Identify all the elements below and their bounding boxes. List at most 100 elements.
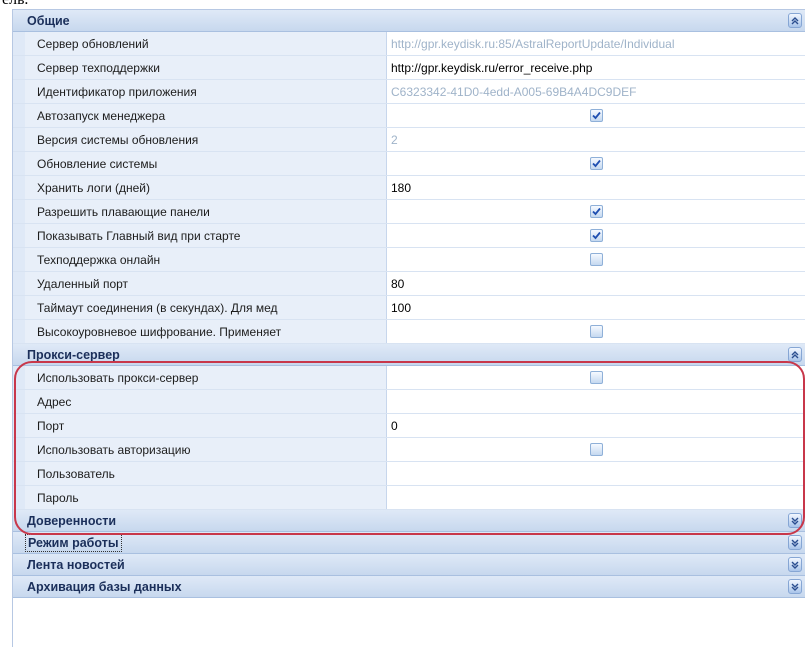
row-gutter: [13, 152, 25, 175]
property-row: Сервер обновлений http://gpr.keydisk.ru:8…: [13, 32, 805, 56]
property-value-checkbox-cell[interactable]: [387, 366, 805, 389]
chevron-up-icon[interactable]: [788, 347, 802, 362]
unchecked-checkbox[interactable]: [589, 325, 603, 338]
property-name[interactable]: Пользователь: [25, 462, 387, 485]
property-row: Пароль: [13, 486, 805, 510]
chevron-down-icon[interactable]: [788, 513, 802, 528]
property-value-checkbox-cell[interactable]: [387, 152, 805, 175]
chevron-down-icon[interactable]: [788, 557, 802, 572]
property-name[interactable]: Сервер техподдержки: [25, 56, 387, 79]
property-value-checkbox-cell[interactable]: [387, 320, 805, 343]
checkbox-wrap: [391, 325, 805, 338]
property-row: Версия системы обновления 2: [13, 128, 805, 152]
property-row: Техподдержка онлайн: [13, 248, 805, 272]
section-title: Архивация базы данных: [27, 579, 182, 594]
property-row: Использовать авторизацию: [13, 438, 805, 462]
property-value[interactable]: [387, 390, 805, 413]
checked-checkbox[interactable]: [589, 109, 603, 122]
property-value[interactable]: 0: [387, 414, 805, 437]
row-gutter: [13, 176, 25, 199]
row-gutter: [13, 104, 25, 127]
row-gutter: [13, 56, 25, 79]
section-header[interactable]: Общие: [13, 10, 805, 32]
property-name[interactable]: Обновление системы: [25, 152, 387, 175]
section-header[interactable]: Режим работы: [13, 532, 805, 554]
section-title: Лента новостей: [27, 557, 125, 572]
checked-checkbox[interactable]: [589, 157, 603, 170]
property-row: Адрес: [13, 390, 805, 414]
checkbox-wrap: [391, 443, 805, 456]
chevron-down-icon[interactable]: [788, 535, 802, 550]
checkbox-wrap: [391, 371, 805, 384]
property-name[interactable]: Техподдержка онлайн: [25, 248, 387, 271]
property-value[interactable]: 180: [387, 176, 805, 199]
property-row: Использовать прокси-сервер: [13, 366, 805, 390]
row-gutter: [13, 32, 25, 55]
checkbox-wrap: [391, 205, 805, 218]
top-text-fragment: ель.: [0, 0, 805, 8]
property-row: Разрешить плавающие панели: [13, 200, 805, 224]
property-row: Высокоуровневое шифрование. Применяет: [13, 320, 805, 344]
row-gutter: [13, 200, 25, 223]
property-row: Хранить логи (дней) 180: [13, 176, 805, 200]
property-value-checkbox-cell[interactable]: [387, 224, 805, 247]
property-name[interactable]: Идентификатор приложения: [25, 80, 387, 103]
property-value[interactable]: http://gpr.keydisk.ru:85/AstralReportUpd…: [387, 32, 805, 55]
section-header[interactable]: Доверенности: [13, 510, 805, 532]
checked-checkbox[interactable]: [589, 229, 603, 242]
section-title: Прокси-сервер: [27, 347, 120, 362]
section-header[interactable]: Архивация базы данных: [13, 576, 805, 598]
row-gutter: [13, 80, 25, 103]
property-name[interactable]: Версия системы обновления: [25, 128, 387, 151]
property-name[interactable]: Использовать авторизацию: [25, 438, 387, 461]
chevron-down-icon[interactable]: [788, 579, 802, 594]
property-name[interactable]: Высокоуровневое шифрование. Применяет: [25, 320, 387, 343]
property-name[interactable]: Сервер обновлений: [25, 32, 387, 55]
row-gutter: [13, 414, 25, 437]
row-gutter: [13, 272, 25, 295]
row-gutter: [13, 486, 25, 509]
property-value-checkbox-cell[interactable]: [387, 104, 805, 127]
property-value[interactable]: 80: [387, 272, 805, 295]
property-row: Таймаут соединения (в секундах). Для мед…: [13, 296, 805, 320]
checkbox-wrap: [391, 109, 805, 122]
property-value-checkbox-cell[interactable]: [387, 200, 805, 223]
section-title: Режим работы: [25, 533, 122, 552]
property-name[interactable]: Хранить логи (дней): [25, 176, 387, 199]
row-gutter: [13, 320, 25, 343]
property-name[interactable]: Удаленный порт: [25, 272, 387, 295]
property-row: Обновление системы: [13, 152, 805, 176]
property-name[interactable]: Порт: [25, 414, 387, 437]
property-name[interactable]: Адрес: [25, 390, 387, 413]
property-name[interactable]: Автозапуск менеджера: [25, 104, 387, 127]
property-name[interactable]: Использовать прокси-сервер: [25, 366, 387, 389]
unchecked-checkbox[interactable]: [589, 443, 603, 456]
section-title: Доверенности: [27, 513, 117, 528]
property-value[interactable]: http://gpr.keydisk.ru/error_receive.php: [387, 56, 805, 79]
row-gutter: [13, 390, 25, 413]
unchecked-checkbox[interactable]: [589, 253, 603, 266]
property-value-checkbox-cell[interactable]: [387, 248, 805, 271]
checked-checkbox[interactable]: [589, 205, 603, 218]
row-gutter: [13, 366, 25, 389]
row-gutter: [13, 438, 25, 461]
property-name[interactable]: Разрешить плавающие панели: [25, 200, 387, 223]
property-row: Показывать Главный вид при старте: [13, 224, 805, 248]
property-value-checkbox-cell[interactable]: [387, 438, 805, 461]
property-name[interactable]: Таймаут соединения (в секундах). Для мед: [25, 296, 387, 319]
checkbox-wrap: [391, 229, 805, 242]
section-header[interactable]: Прокси-сервер: [13, 344, 805, 366]
property-value[interactable]: 2: [387, 128, 805, 151]
property-value[interactable]: 100: [387, 296, 805, 319]
property-value[interactable]: [387, 486, 805, 509]
property-value[interactable]: C6323342-41D0-4edd-A005-69B4A4DC9DEF: [387, 80, 805, 103]
property-name[interactable]: Пароль: [25, 486, 387, 509]
property-name[interactable]: Показывать Главный вид при старте: [25, 224, 387, 247]
property-row: Порт 0: [13, 414, 805, 438]
unchecked-checkbox[interactable]: [589, 371, 603, 384]
checkbox-wrap: [391, 157, 805, 170]
row-gutter: [13, 462, 25, 485]
section-header[interactable]: Лента новостей: [13, 554, 805, 576]
chevron-up-icon[interactable]: [788, 13, 802, 28]
property-value[interactable]: [387, 462, 805, 485]
